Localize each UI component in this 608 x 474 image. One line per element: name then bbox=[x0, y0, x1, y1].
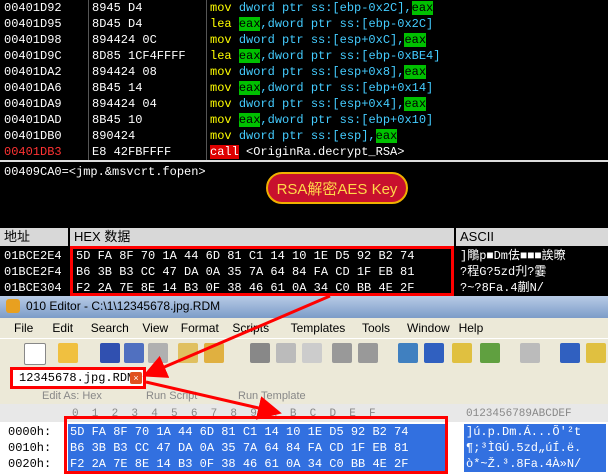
annotation-arrows bbox=[142, 294, 331, 420]
arrow-to-file-tab bbox=[142, 294, 331, 378]
arrow-to-hex-data bbox=[145, 380, 282, 420]
